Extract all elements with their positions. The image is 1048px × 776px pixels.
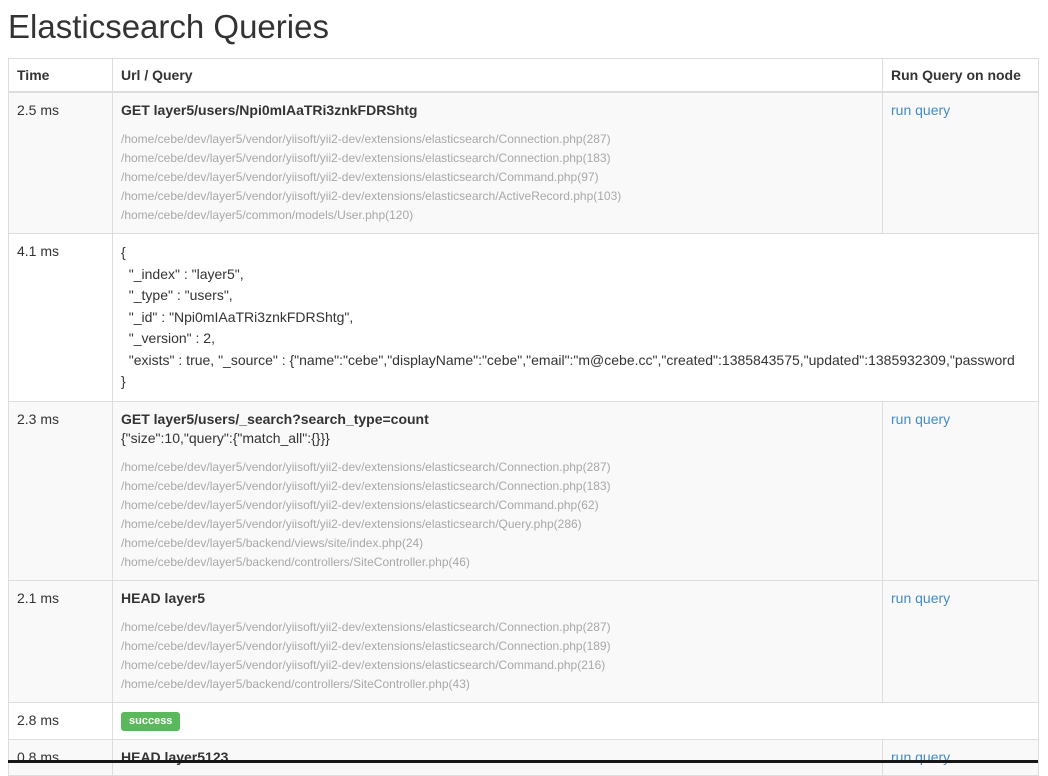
success-badge: success	[121, 712, 180, 731]
time-cell: 0.8 ms	[9, 739, 113, 775]
query-text: GET layer5/users/Npi0mIAaTRi3znkFDRShtg	[121, 101, 874, 120]
page-title: Elasticsearch Queries	[8, 8, 1040, 46]
table-row: 2.5 ms GET layer5/users/Npi0mIAaTRi3znkF…	[9, 92, 1039, 234]
column-header-time: Time	[9, 59, 113, 93]
query-text: GET layer5/users/_search?search_type=cou…	[121, 410, 874, 429]
query-time: 2.5 ms	[17, 102, 59, 118]
table-row: 2.1 ms HEAD layer5 /home/cebe/dev/layer5…	[9, 580, 1039, 702]
query-text: HEAD layer5123	[121, 748, 874, 767]
table-row: 4.1 ms { "_index" : "layer5", "_type" : …	[9, 234, 1039, 402]
run-query-cell: run query	[883, 580, 1039, 702]
time-cell: 2.8 ms	[9, 702, 113, 739]
elasticsearch-queries-table: Time Url / Query Run Query on node 2.5 m…	[8, 58, 1039, 776]
query-cell: GET layer5/users/_search?search_type=cou…	[113, 401, 883, 580]
stack-trace: /home/cebe/dev/layer5/vendor/yiisoft/yii…	[121, 458, 874, 572]
table-row: 2.8 ms success	[9, 702, 1039, 739]
query-text: HEAD layer5	[121, 589, 874, 608]
time-cell: 2.5 ms	[9, 92, 113, 234]
table-row: 0.8 ms HEAD layer5123 run query	[9, 739, 1039, 775]
query-time: 2.1 ms	[17, 590, 59, 606]
query-time: 2.8 ms	[17, 712, 59, 728]
query-time: 2.3 ms	[17, 411, 59, 427]
run-query-cell: run query	[883, 92, 1039, 234]
table-header-row: Time Url / Query Run Query on node	[9, 59, 1039, 93]
time-cell: 4.1 ms	[9, 234, 113, 402]
query-cell: HEAD layer5123	[113, 739, 883, 775]
query-cell: GET layer5/users/Npi0mIAaTRi3znkFDRShtg …	[113, 92, 883, 234]
time-cell: 2.1 ms	[9, 580, 113, 702]
result-cell: success	[113, 702, 1039, 739]
result-cell: { "_index" : "layer5", "_type" : "users"…	[113, 234, 1039, 402]
stack-trace: /home/cebe/dev/layer5/vendor/yiisoft/yii…	[121, 130, 874, 225]
query-time: 4.1 ms	[17, 243, 59, 259]
query-cell: HEAD layer5 /home/cebe/dev/layer5/vendor…	[113, 580, 883, 702]
run-query-link[interactable]: run query	[891, 411, 950, 427]
column-header-run-query: Run Query on node	[883, 59, 1039, 93]
column-header-url-query: Url / Query	[113, 59, 883, 93]
table-row: 2.3 ms GET layer5/users/_search?search_t…	[9, 401, 1039, 580]
stack-trace: /home/cebe/dev/layer5/vendor/yiisoft/yii…	[121, 618, 874, 694]
query-result-json: { "_index" : "layer5", "_type" : "users"…	[121, 242, 1030, 393]
query-body: {"size":10,"query":{"match_all":{}}}	[121, 429, 874, 448]
table-header: Time Url / Query Run Query on node	[9, 59, 1039, 93]
run-query-cell: run query	[883, 401, 1039, 580]
run-query-link[interactable]: run query	[891, 590, 950, 606]
time-cell: 2.3 ms	[9, 401, 113, 580]
run-query-link[interactable]: run query	[891, 102, 950, 118]
run-query-cell: run query	[883, 739, 1039, 775]
